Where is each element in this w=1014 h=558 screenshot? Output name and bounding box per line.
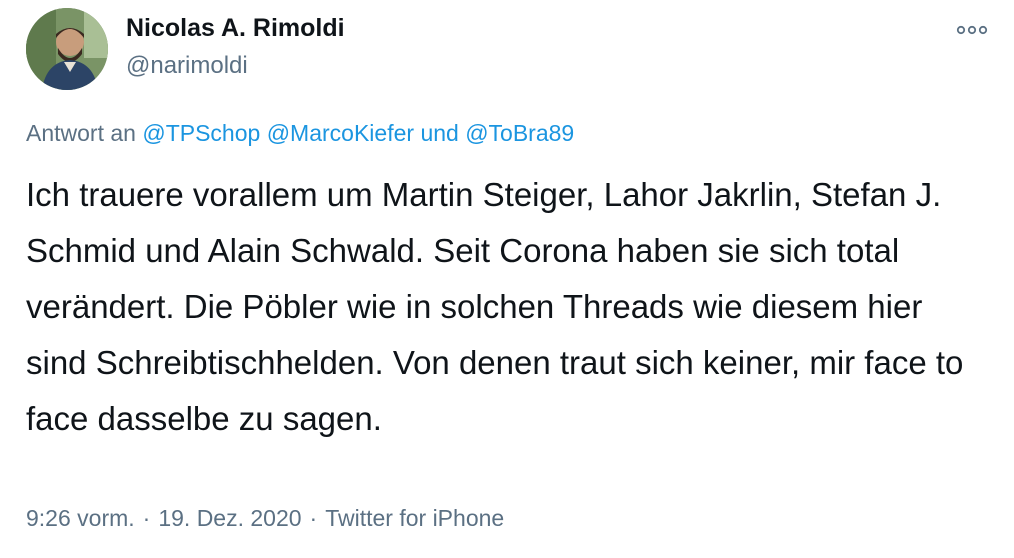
reply-context: Antwort an @TPSchop @MarcoKiefer und @To…: [26, 120, 574, 147]
separator: ·: [142, 505, 151, 531]
tweet-time-link[interactable]: 9:26 vorm.: [26, 505, 135, 531]
mention-link[interactable]: @MarcoKiefer: [267, 120, 414, 146]
more-button[interactable]: [954, 18, 990, 42]
avatar[interactable]: [26, 8, 108, 90]
mention-link[interactable]: @TPSchop: [142, 120, 260, 146]
author-name[interactable]: Nicolas A. Rimoldi: [126, 14, 345, 43]
avatar-photo-icon: [26, 8, 108, 90]
reply-conjunction: und: [420, 120, 459, 146]
author-handle[interactable]: @narimoldi: [126, 52, 248, 80]
tweet-source-link[interactable]: Twitter for iPhone: [325, 505, 504, 531]
tweet-metadata: 9:26 vorm. · 19. Dez. 2020 · Twitter for iPh…: [26, 505, 504, 532]
tweet-date-link[interactable]: 19. Dez. 2020: [158, 505, 301, 531]
more-horizontal-icon: [956, 25, 988, 35]
tweet-card: Nicolas A. Rimoldi @narimoldi Antwort an…: [0, 0, 1014, 558]
mention-link[interactable]: @ToBra89: [465, 120, 574, 146]
separator: ·: [309, 505, 318, 531]
tweet-text: Ich trauere vorallem um Martin Steiger, …: [26, 176, 964, 437]
reply-prefix: Antwort an: [26, 120, 136, 146]
